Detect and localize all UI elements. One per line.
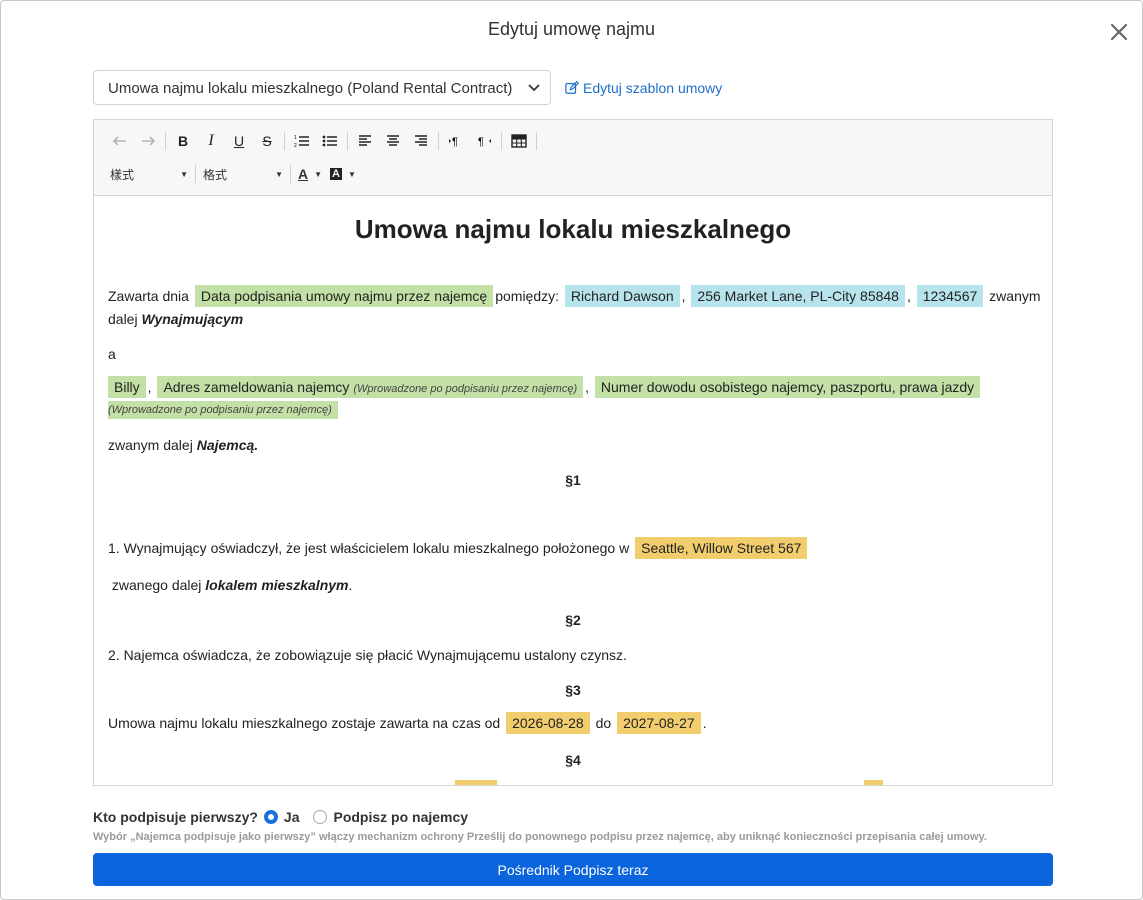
section-3-text: Umowa najmu lokalu mieszkalnego zostaje … [108, 712, 707, 734]
field-landlord-address[interactable]: 256 Market Lane, PL-City 85848 [691, 285, 905, 307]
paragraph-parties: Zawarta dnia Data podpisania umowy najmu… [108, 285, 1041, 307]
edit-template-link[interactable]: Edytuj szablon umowy [565, 80, 722, 96]
section-1-continuation: zwanego dalej lokalem mieszkalnym. [111, 577, 353, 593]
strikethrough-button[interactable]: S [253, 129, 281, 153]
paragraph-tenant-note: (Wprowadzone po podpisaniu przez najemcę… [108, 400, 340, 419]
radio-sign-after[interactable] [313, 810, 328, 824]
edit-icon [565, 81, 579, 94]
editor-toolbar: B I U S 12 ¶ ¶ 樣式 ▼ 格式 ▼ A ▼ A ▼ [94, 120, 1052, 196]
style-dropdown[interactable]: 樣式 ▼ [106, 162, 192, 186]
toolbar-divider [290, 165, 291, 183]
paragraph-tenant: Billy, Adres zameldowania najemcy (Wprow… [108, 376, 982, 398]
section-1-text: 1. Wynajmujący oświadczył, że jest właśc… [108, 537, 809, 559]
chevron-down-icon [528, 84, 540, 92]
field-landlord-name[interactable]: Richard Dawson [564, 285, 680, 307]
section-2-text: 2. Najemca oświadcza, że zobowiązuje się… [108, 647, 627, 663]
format-dropdown[interactable]: 格式 ▼ [199, 162, 287, 186]
field-end-date[interactable]: 2027-08-27 [617, 712, 701, 734]
toolbar-divider [284, 132, 285, 150]
redo-icon[interactable] [134, 129, 162, 153]
align-right-icon[interactable] [407, 129, 435, 153]
svg-text:2: 2 [294, 143, 297, 149]
field-sign-date[interactable]: Data podpisania umowy najmu przez najemc… [194, 285, 494, 307]
italic-button[interactable]: I [197, 129, 225, 153]
font-color-button[interactable]: A ▼ [294, 162, 326, 186]
edit-template-label: Edytuj szablon umowy [583, 80, 723, 96]
template-select-value: Umowa najmu lokalu mieszkalnego (Poland … [108, 80, 513, 97]
radio-sign-first[interactable] [263, 810, 278, 824]
dropdown-arrow-icon: ▼ [347, 169, 356, 179]
signer-question: Kto podpisuje pierwszy? [93, 809, 258, 825]
field-tenant-address[interactable]: Adres zameldowania najemcy (Wprowadzone … [157, 376, 584, 398]
document-title: Umowa najmu lokalu mieszkalnego [354, 214, 792, 244]
bullet-list-icon[interactable] [316, 129, 344, 153]
font-color-icon: A [298, 166, 309, 182]
paragraph-tenant-role: zwanym dalej Najemcą. [108, 437, 259, 453]
rich-text-editor: B I U S 12 ¶ ¶ 樣式 ▼ 格式 ▼ A ▼ A ▼ Umowa n… [93, 119, 1053, 786]
field-tenant-id-note[interactable]: (Wprowadzone po podpisaniu przez najemcę… [108, 401, 338, 419]
radio-sign-first-label[interactable]: Ja [284, 809, 300, 825]
close-icon[interactable] [1108, 21, 1130, 43]
signer-hint: Wybór „Najemca podpisuje jako pierwszy” … [93, 831, 987, 843]
dropdown-arrow-icon: ▼ [314, 169, 323, 179]
toolbar-divider [347, 132, 348, 150]
section-3-heading: §3 [565, 682, 581, 698]
toolbar-divider [536, 132, 537, 150]
field-partial-tag[interactable] [455, 780, 497, 785]
radio-sign-after-label[interactable]: Podpisz po najemcy [333, 809, 468, 825]
toolbar-divider [501, 132, 502, 150]
align-left-icon[interactable] [351, 129, 379, 153]
ordered-list-icon[interactable]: 12 [288, 129, 316, 153]
field-tenant-id[interactable]: Numer dowodu osobistego najemcy, paszpor… [594, 376, 981, 398]
section-1-heading: §1 [565, 472, 581, 488]
rtl-direction-icon[interactable]: ¶ [470, 129, 498, 153]
dropdown-arrow-icon: ▼ [275, 169, 283, 179]
svg-text:¶: ¶ [478, 136, 484, 148]
edit-contract-modal: Edytuj umowę najmu Umowa najmu lokalu mi… [0, 0, 1143, 900]
background-color-button[interactable]: A ▼ [326, 162, 358, 186]
field-partial-tag[interactable] [864, 780, 883, 785]
svg-text:¶: ¶ [452, 136, 458, 148]
paragraph-and: a [108, 346, 116, 362]
bold-button[interactable]: B [169, 129, 197, 153]
background-color-icon: A [330, 168, 342, 180]
table-icon[interactable] [505, 129, 533, 153]
format-dropdown-label: 格式 [203, 167, 228, 182]
toolbar-divider [438, 132, 439, 150]
field-landlord-id[interactable]: 1234567 [916, 285, 984, 307]
undo-icon[interactable] [106, 129, 134, 153]
underline-button[interactable]: U [225, 129, 253, 153]
toolbar-divider [165, 132, 166, 150]
toolbar-divider [195, 165, 196, 183]
section-2-heading: §2 [565, 612, 581, 628]
style-dropdown-label: 樣式 [110, 167, 135, 182]
ltr-direction-icon[interactable]: ¶ [442, 129, 470, 153]
paragraph-landlord-role: dalej Wynajmującym [108, 311, 244, 327]
section-4-heading: §4 [565, 752, 581, 768]
svg-text:1: 1 [294, 135, 297, 141]
sign-now-button[interactable]: Pośrednik Podpisz teraz [93, 853, 1053, 886]
document-body[interactable]: Umowa najmu lokalu mieszkalnego Zawarta … [94, 196, 1052, 785]
field-start-date[interactable]: 2026-08-28 [506, 712, 590, 734]
dropdown-arrow-icon: ▼ [180, 169, 188, 179]
template-select[interactable]: Umowa najmu lokalu mieszkalnego (Poland … [93, 70, 551, 105]
signer-choice: Kto podpisuje pierwszy? Ja Podpisz po na… [93, 809, 476, 825]
field-tenant-name[interactable]: Billy [108, 376, 146, 398]
align-center-icon[interactable] [379, 129, 407, 153]
modal-title: Edytuj umowę najmu [487, 19, 656, 39]
field-property-address[interactable]: Seattle, Willow Street 567 [635, 537, 808, 559]
